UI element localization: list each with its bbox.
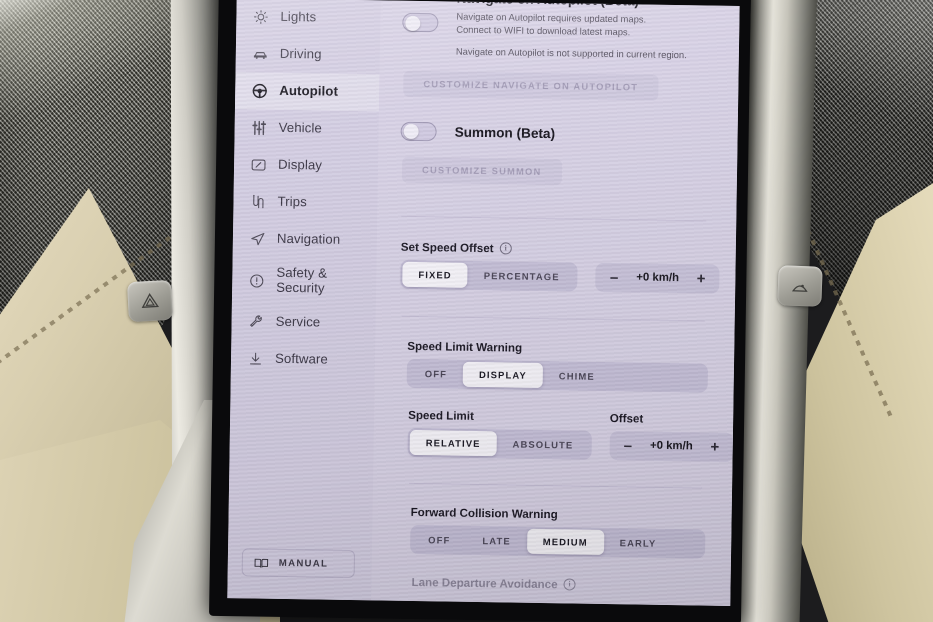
wrench-icon — [247, 313, 264, 330]
sidebar-item-lights[interactable]: Lights — [236, 0, 381, 37]
sidebar-item-safety-security[interactable]: Safety & Security — [232, 257, 377, 305]
sidebar-item-autopilot[interactable]: Autopilot — [234, 72, 380, 112]
glovebox-release-button[interactable] — [777, 265, 823, 307]
speed-limit-offset: Offset – +0 km/h + — [609, 412, 734, 462]
navigate-on-autopilot-toggle[interactable] — [402, 13, 439, 33]
stepper-value: +0 km/h — [636, 271, 680, 285]
navigate-on-autopilot-region-note: Navigate on Autopilot is not supported i… — [455, 45, 687, 60]
toggle-knob — [403, 123, 419, 139]
autopilot-settings-panel: Navigate on Autopilot (Beta) Navigate on… — [371, 0, 740, 606]
segment-option-off[interactable]: OFF — [409, 361, 464, 387]
sidebar-item-label: Lights — [280, 8, 317, 25]
sidebar-item-display[interactable]: Display — [234, 146, 379, 185]
stepper-minus-button[interactable]: – — [608, 269, 621, 286]
speed-limit-warning-segmented-control[interactable]: OFF DISPLAY CHIME — [406, 358, 709, 393]
touchscreen-bezel: Lights Driving Autopilot Vehicle Display… — [209, 0, 751, 622]
info-icon[interactable]: i — [499, 242, 512, 255]
set-speed-offset-segmented-control[interactable]: FIXED PERCENTAGE — [400, 259, 578, 292]
summon-title: Summon (Beta) — [454, 124, 556, 141]
speed-limit-warning-label: Speed Limit Warning — [407, 339, 523, 355]
car-icon — [252, 45, 269, 62]
segment-option-chime[interactable]: CHIME — [543, 363, 611, 389]
forward-collision-warning-group: Forward Collision Warning OFF LATE MEDIU… — [410, 506, 706, 559]
steering-wheel-icon — [251, 82, 268, 99]
sidebar-item-label: Trips — [277, 193, 307, 210]
divider — [409, 482, 703, 489]
sidebar-item-trips[interactable]: Trips — [233, 183, 378, 222]
speed-limit-mode: Speed Limit RELATIVE ABSOLUTE — [407, 408, 592, 460]
divider — [401, 215, 707, 222]
lightbulb-icon — [252, 8, 269, 25]
stepper-plus-button[interactable]: + — [708, 438, 721, 455]
sidebar-item-label: Vehicle — [278, 119, 323, 136]
info-icon[interactable]: i — [563, 578, 576, 591]
forward-collision-warning-label: Forward Collision Warning — [410, 505, 558, 521]
sidebar-item-label: Autopilot — [279, 82, 339, 99]
customize-summon-label: CUSTOMIZE SUMMON — [421, 164, 542, 177]
segment-option-fixed[interactable]: FIXED — [402, 261, 468, 288]
segment-option-relative[interactable]: RELATIVE — [409, 429, 497, 456]
set-speed-offset-group: Set Speed Offset i FIXED PERCENTAGE – +0… — [400, 240, 720, 294]
navigate-on-autopilot-subtitle-2: Connect to WIFI to download latest maps. — [456, 23, 631, 38]
forward-collision-warning-segmented-control[interactable]: OFF LATE MEDIUM EARLY — [410, 524, 706, 559]
segment-option-percentage[interactable]: PERCENTAGE — [468, 262, 576, 289]
customize-navigate-label: CUSTOMIZE NAVIGATE ON AUTOPILOT — [423, 78, 639, 93]
alert-circle-icon — [248, 272, 265, 289]
lane-departure-avoidance-label: Lane Departure Avoidance i — [411, 576, 704, 594]
sidebar-item-label: Service — [275, 313, 321, 330]
navigate-on-autopilot-row: Navigate on Autopilot (Beta) Navigate on… — [402, 0, 714, 60]
download-icon — [247, 350, 264, 367]
summon-row: Summon (Beta) — [400, 121, 711, 145]
speed-limit-offset-label: Offset — [609, 411, 644, 426]
car-interior-scene: Lights Driving Autopilot Vehicle Display… — [0, 0, 933, 622]
set-speed-offset-label: Set Speed Offset i — [401, 240, 710, 258]
customize-navigate-on-autopilot-button[interactable]: CUSTOMIZE NAVIGATE ON AUTOPILOT — [403, 70, 659, 101]
settings-sidebar: Lights Driving Autopilot Vehicle Display… — [227, 0, 381, 601]
hazard-triangle-icon — [141, 293, 160, 308]
trips-icon — [249, 193, 266, 210]
stepper-plus-button[interactable]: + — [695, 270, 708, 287]
glovebox-icon — [791, 284, 808, 292]
sidebar-item-label: Driving — [279, 45, 322, 62]
tesla-touchscreen: Lights Driving Autopilot Vehicle Display… — [227, 0, 740, 606]
manual-button[interactable]: MANUAL — [241, 548, 356, 579]
summon-toggle[interactable] — [400, 121, 437, 141]
sidebar-item-navigation[interactable]: Navigation — [233, 220, 378, 259]
segment-option-off[interactable]: OFF — [412, 527, 467, 553]
divider — [401, 315, 705, 322]
manual-button-label: MANUAL — [278, 557, 329, 570]
stepper-value: +0 km/h — [649, 439, 693, 453]
speed-limit-label: Speed Limit — [408, 408, 474, 423]
sidebar-item-driving[interactable]: Driving — [236, 35, 381, 74]
sliders-icon — [251, 119, 268, 136]
set-speed-offset-stepper[interactable]: – +0 km/h + — [595, 262, 720, 294]
speed-limit-offset-stepper[interactable]: – +0 km/h + — [609, 430, 734, 462]
segment-option-early[interactable]: EARLY — [604, 530, 673, 556]
speed-limit-group: Speed Limit RELATIVE ABSOLUTE Offset – +… — [407, 408, 734, 462]
sidebar-item-software[interactable]: Software — [231, 340, 376, 379]
set-speed-offset-controls: FIXED PERCENTAGE – +0 km/h + — [400, 259, 720, 294]
sidebar-item-service[interactable]: Service — [231, 303, 376, 342]
speed-limit-warning-group: Speed Limit Warning OFF DISPLAY CHIME — [406, 339, 709, 393]
navigate-on-autopilot-title: Navigate on Autopilot (Beta) — [457, 0, 688, 9]
sidebar-item-label: Navigation — [276, 230, 341, 247]
segment-option-absolute[interactable]: ABSOLUTE — [496, 431, 589, 457]
navigation-arrow-icon — [249, 230, 266, 247]
stepper-minus-button[interactable]: – — [621, 437, 634, 454]
sidebar-item-label: Software — [274, 350, 329, 367]
sidebar-item-vehicle[interactable]: Vehicle — [234, 109, 379, 148]
sidebar-item-label: Safety & Security — [276, 265, 328, 296]
book-icon — [254, 558, 269, 568]
hazard-lights-button[interactable] — [126, 279, 174, 323]
sidebar-item-label: Display — [277, 156, 323, 173]
segment-option-medium[interactable]: MEDIUM — [526, 528, 604, 555]
speed-limit-segmented-control[interactable]: RELATIVE ABSOLUTE — [407, 427, 592, 460]
segment-option-display[interactable]: DISPLAY — [462, 361, 544, 388]
display-icon — [250, 156, 267, 173]
segment-option-late[interactable]: LATE — [466, 528, 527, 554]
toggle-knob — [404, 15, 420, 31]
customize-summon-button[interactable]: CUSTOMIZE SUMMON — [401, 156, 562, 185]
